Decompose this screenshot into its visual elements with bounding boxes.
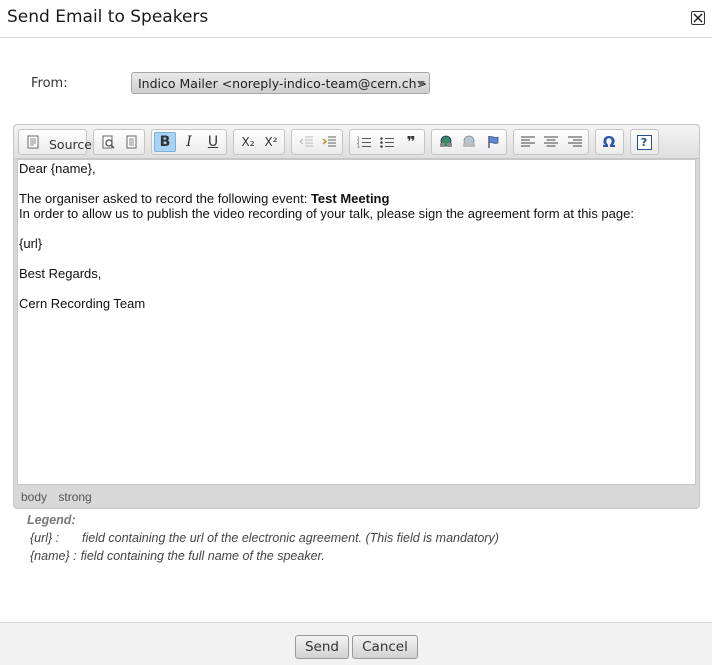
- svg-text:3: 3: [357, 144, 360, 149]
- align-left-button[interactable]: [517, 132, 539, 152]
- from-select-value: Indico Mailer <noreply-indico-team@cern.…: [138, 76, 428, 91]
- editor-toolbar: Source B I U X₂ X² 1 2 3 ❞ Ω ?: [14, 125, 699, 159]
- align-center-icon: [544, 136, 558, 147]
- blockquote-button[interactable]: ❞: [400, 132, 422, 152]
- templates-button[interactable]: [120, 132, 142, 152]
- toolbar-group-scripts: X₂ X²: [233, 129, 285, 155]
- source-button[interactable]: Source: [21, 132, 92, 152]
- body-line1: The organiser asked to record the follow…: [19, 191, 694, 206]
- chevron-down-icon: [417, 81, 425, 87]
- legend: Legend: {url} : field containing the url …: [27, 513, 499, 563]
- italic-button[interactable]: I: [178, 132, 200, 152]
- help-icon: ?: [636, 134, 652, 150]
- toolbar-group-help: ?: [630, 129, 659, 155]
- body-regards: Best Regards,: [19, 266, 102, 281]
- path-item-body[interactable]: body: [21, 490, 47, 504]
- subscript-button[interactable]: X₂: [237, 132, 259, 152]
- path-item-strong[interactable]: strong: [58, 490, 91, 504]
- outdent-button[interactable]: [295, 132, 317, 152]
- unlink-button[interactable]: [458, 132, 480, 152]
- flag-icon: [488, 136, 499, 148]
- help-button[interactable]: ?: [633, 132, 655, 152]
- dialog-footer: Send Cancel: [0, 622, 712, 665]
- legend-desc: field containing the full name of the sp…: [80, 549, 325, 563]
- source-icon: [27, 135, 39, 149]
- toolbar-group-basicstyles: B I U: [151, 129, 227, 155]
- from-label: From:: [31, 76, 68, 91]
- source-label: Source: [49, 137, 92, 152]
- body-line2: In order to allow us to publish the vide…: [19, 206, 634, 221]
- bold-button[interactable]: B: [154, 132, 176, 152]
- cancel-button[interactable]: Cancel: [352, 635, 418, 659]
- toolbar-group-align: [513, 129, 589, 155]
- preview-button[interactable]: [97, 132, 119, 152]
- legend-key: {url} :: [30, 531, 60, 545]
- toolbar-group-insert: Ω: [595, 129, 624, 155]
- legend-key: {name} :: [30, 549, 77, 563]
- anchor-button[interactable]: [482, 132, 504, 152]
- special-char-button[interactable]: Ω: [598, 132, 620, 152]
- templates-icon: [126, 135, 137, 149]
- toolbar-group-indent: [291, 129, 343, 155]
- link-button[interactable]: [435, 132, 457, 152]
- align-right-icon: [568, 136, 582, 147]
- align-left-icon: [521, 136, 535, 147]
- indent-button[interactable]: [318, 132, 340, 152]
- align-center-button[interactable]: [540, 132, 562, 152]
- body-signature: Cern Recording Team: [19, 296, 146, 311]
- outdent-icon: [299, 136, 313, 147]
- body-line1-prefix: The organiser asked to record the follow…: [19, 191, 311, 206]
- close-button[interactable]: [691, 11, 705, 25]
- dialog-header: Send Email to Speakers: [0, 0, 712, 38]
- body-greeting: Dear {name},: [19, 161, 96, 176]
- rich-text-editor: Source B I U X₂ X² 1 2 3 ❞ Ω ? Dear {nam…: [13, 124, 700, 509]
- underline-button[interactable]: U: [202, 132, 224, 152]
- body-event-name: Test Meeting: [310, 191, 390, 206]
- link-icon: [440, 135, 452, 147]
- from-select[interactable]: Indico Mailer <noreply-indico-team@cern.…: [131, 72, 430, 94]
- toolbar-group-document: [93, 129, 145, 155]
- legend-title: Legend:: [27, 513, 76, 527]
- unlink-icon: [463, 135, 475, 147]
- legend-desc: field containing the url of the electron…: [82, 531, 499, 545]
- send-button[interactable]: Send: [295, 635, 349, 659]
- body-url-placeholder: {url}: [19, 236, 43, 251]
- toolbar-group-source: Source: [18, 129, 92, 155]
- bulleted-list-button[interactable]: [376, 132, 398, 152]
- indent-icon: [322, 136, 336, 147]
- toolbar-group-links: [431, 129, 507, 155]
- close-icon: [693, 13, 703, 23]
- toolbar-group-lists: 1 2 3 ❞: [349, 129, 425, 155]
- superscript-button[interactable]: X²: [260, 132, 282, 152]
- preview-icon: [102, 135, 115, 149]
- editor-content[interactable]: Dear {name}, The organiser asked to reco…: [17, 159, 696, 485]
- dialog-title: Send Email to Speakers: [7, 7, 209, 27]
- align-right-button[interactable]: [564, 132, 586, 152]
- numbered-list-button[interactable]: 1 2 3: [353, 132, 375, 152]
- numbered-list-icon: 1 2 3: [357, 136, 371, 149]
- legend-item-name: {name} : field containing the full name o…: [30, 549, 499, 563]
- bulleted-list-icon: [380, 136, 394, 148]
- legend-item-url: {url} : field containing the url of the e…: [30, 531, 499, 545]
- element-path-bar: body strong: [21, 490, 100, 504]
